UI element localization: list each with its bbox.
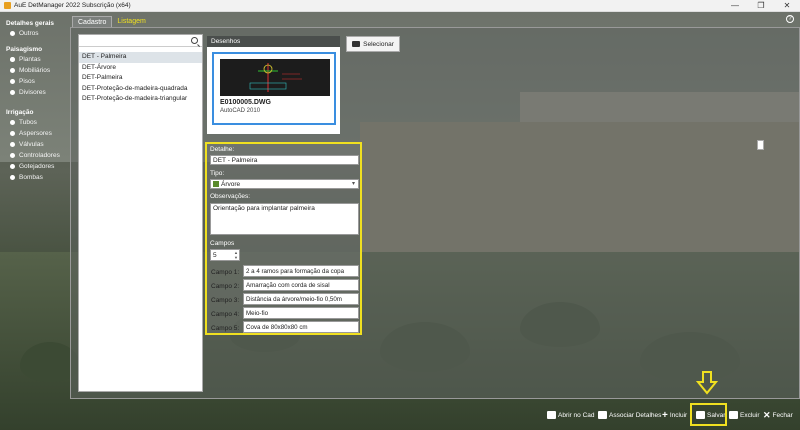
- radio-icon: [10, 153, 15, 158]
- campo-field[interactable]: Cova de 80x80x80 cm: [243, 321, 359, 333]
- sidebar-item-aspersores[interactable]: Aspersores: [0, 128, 60, 139]
- drawing-file-name: E0100005.DWG: [220, 99, 271, 106]
- campo-label: Campo 3:: [211, 297, 240, 304]
- app-icon: [4, 2, 11, 9]
- sidebar: Detalhes gerais Outros Paisagismo Planta…: [0, 12, 66, 420]
- campo-field[interactable]: Amarração com corda de sisal: [243, 279, 359, 291]
- campo-label: Campo 5:: [211, 325, 240, 332]
- detalhe-label: Detalhe:: [210, 146, 235, 153]
- radio-icon: [10, 79, 15, 84]
- observacoes-field[interactable]: Orientação para implantar palmeira: [210, 203, 359, 235]
- campo-row: Campo 5: Cova de 80x80x80 cm: [210, 321, 359, 334]
- stepper-arrows-icon[interactable]: ▲ ▼: [233, 250, 239, 260]
- trash-icon: [729, 411, 738, 419]
- sidebar-item-controladores[interactable]: Controladores: [0, 150, 60, 161]
- tipo-label: Tipo:: [210, 170, 225, 177]
- delete-button[interactable]: Excluir: [729, 409, 760, 421]
- radio-icon: [10, 131, 15, 136]
- radio-selected-icon: [10, 57, 15, 62]
- campo-field[interactable]: Distância da árvore/meio-fio 0,50m: [243, 293, 359, 305]
- campo-row: Campo 1: 2 a 4 ramos para formação da co…: [210, 265, 359, 278]
- sidebar-item-valvulas[interactable]: Válvulas: [0, 139, 60, 150]
- close-button[interactable]: ✕ Fechar: [763, 409, 793, 421]
- chevron-down-icon: ▾: [351, 181, 355, 187]
- drawings-area: E0100005.DWG AutoCAD 2010: [207, 47, 340, 134]
- detail-form: Detalhe: DET - Palmeira Tipo: Árvore ▾ O…: [205, 142, 362, 335]
- open-in-cad-button[interactable]: Abrir no Cad: [547, 409, 595, 421]
- drawings-header: Desenhos: [207, 36, 340, 47]
- select-drawing-button[interactable]: Selecionar: [346, 36, 400, 52]
- sidebar-item-bombas[interactable]: Bombas: [0, 172, 60, 183]
- close-window-button[interactable]: ✕: [774, 0, 800, 12]
- radio-icon: [10, 120, 15, 125]
- campo-label: Campo 2:: [211, 283, 240, 290]
- radio-icon: [10, 31, 15, 36]
- drawing-preview: [220, 59, 330, 96]
- radio-icon: [10, 175, 15, 180]
- dwg-preview-graphic: [249, 63, 302, 92]
- sidebar-item-outros[interactable]: Outros: [0, 28, 54, 39]
- tab-listagem[interactable]: Listagem: [112, 16, 150, 27]
- list-item[interactable]: DET - Palmeira: [79, 52, 202, 63]
- sidebar-item-plantas[interactable]: Plantas: [0, 54, 50, 65]
- maximize-button[interactable]: ❐: [748, 0, 774, 12]
- radio-icon: [10, 142, 15, 147]
- title-bar: AuE DetManager 2022 Subscrição (x64) — ❐…: [0, 0, 800, 12]
- radio-icon: [10, 68, 15, 73]
- campos-stepper[interactable]: 5 ▲ ▼: [210, 249, 240, 261]
- detail-list-panel: DET - Palmeira DET-Árvore DET-Palmeira D…: [78, 34, 203, 392]
- help-icon[interactable]: ?: [786, 15, 794, 23]
- tab-bar: Cadastro Listagem: [72, 16, 151, 27]
- window-controls: — ❐ ✕: [722, 0, 800, 12]
- sidebar-item-divisores[interactable]: Divisores: [0, 87, 50, 98]
- campo-row: Campo 3: Distância da árvore/meio-fio 0,…: [210, 293, 359, 306]
- section-title-paisagismo: Paisagismo: [6, 46, 43, 53]
- section-title-irrigacao: Irrigação: [6, 109, 34, 116]
- campo-row: Campo 4: Meio-fio: [210, 307, 359, 320]
- list-item[interactable]: DET-Palmeira: [79, 73, 202, 84]
- tab-cadastro[interactable]: Cadastro: [72, 16, 113, 27]
- radio-icon: [10, 164, 15, 169]
- folder-open-icon: [547, 411, 556, 419]
- minimize-button[interactable]: —: [722, 0, 748, 12]
- sidebar-item-mobiliarios[interactable]: Mobiliários: [0, 65, 50, 76]
- window-title: AuE DetManager 2022 Subscrição (x64): [14, 2, 131, 9]
- campo-label: Campo 4:: [211, 311, 240, 318]
- campos-label: Campos: [210, 240, 235, 247]
- list-item[interactable]: DET-Árvore: [79, 63, 202, 74]
- link-list-icon: [598, 411, 607, 419]
- drawing-thumbnail[interactable]: E0100005.DWG AutoCAD 2010: [212, 52, 336, 125]
- list-item[interactable]: DET-Proteção-de-madeira-quadrada: [79, 84, 202, 95]
- include-button[interactable]: + Incluir: [662, 409, 687, 421]
- radio-icon: [10, 90, 15, 95]
- campo-label: Campo 1:: [211, 269, 240, 276]
- search-icon[interactable]: [191, 37, 198, 44]
- drawing-file-version: AutoCAD 2010: [220, 108, 261, 114]
- plus-icon: +: [662, 409, 668, 421]
- arrow-down-hint-icon: [696, 371, 718, 395]
- folder-open-icon: [352, 41, 361, 47]
- campo-field[interactable]: Meio-fio: [243, 307, 359, 319]
- sidebar-item-gotejadores[interactable]: Gotejadores: [0, 161, 60, 172]
- campo-field[interactable]: 2 a 4 ramos para formação da copa: [243, 265, 359, 277]
- scrollbar-thumb[interactable]: [757, 140, 764, 150]
- save-highlight-box: [690, 403, 727, 426]
- tipo-select[interactable]: Árvore ▾: [210, 179, 359, 189]
- close-icon: ✕: [763, 409, 771, 420]
- bottom-toolbar: Abrir no Cad Associar Detalhes + Incluir …: [0, 400, 800, 430]
- detail-list: DET - Palmeira DET-Árvore DET-Palmeira D…: [79, 52, 202, 105]
- associate-details-button[interactable]: Associar Detalhes: [598, 409, 661, 421]
- campo-row: Campo 2: Amarração com corda de sisal: [210, 279, 359, 292]
- search-input[interactable]: [79, 35, 202, 47]
- list-item[interactable]: DET-Proteção-de-madeira-triangular: [79, 94, 202, 105]
- sidebar-item-pisos[interactable]: Pisos: [0, 76, 50, 87]
- sidebar-item-tubos[interactable]: Tubos: [0, 117, 60, 128]
- detalhe-field[interactable]: DET - Palmeira: [210, 155, 359, 165]
- tree-icon: [213, 181, 219, 188]
- section-title-detalhes-gerais: Detalhes gerais: [6, 20, 55, 27]
- main-panel: DET - Palmeira DET-Árvore DET-Palmeira D…: [70, 27, 800, 399]
- observacoes-label: Observações:: [210, 193, 251, 200]
